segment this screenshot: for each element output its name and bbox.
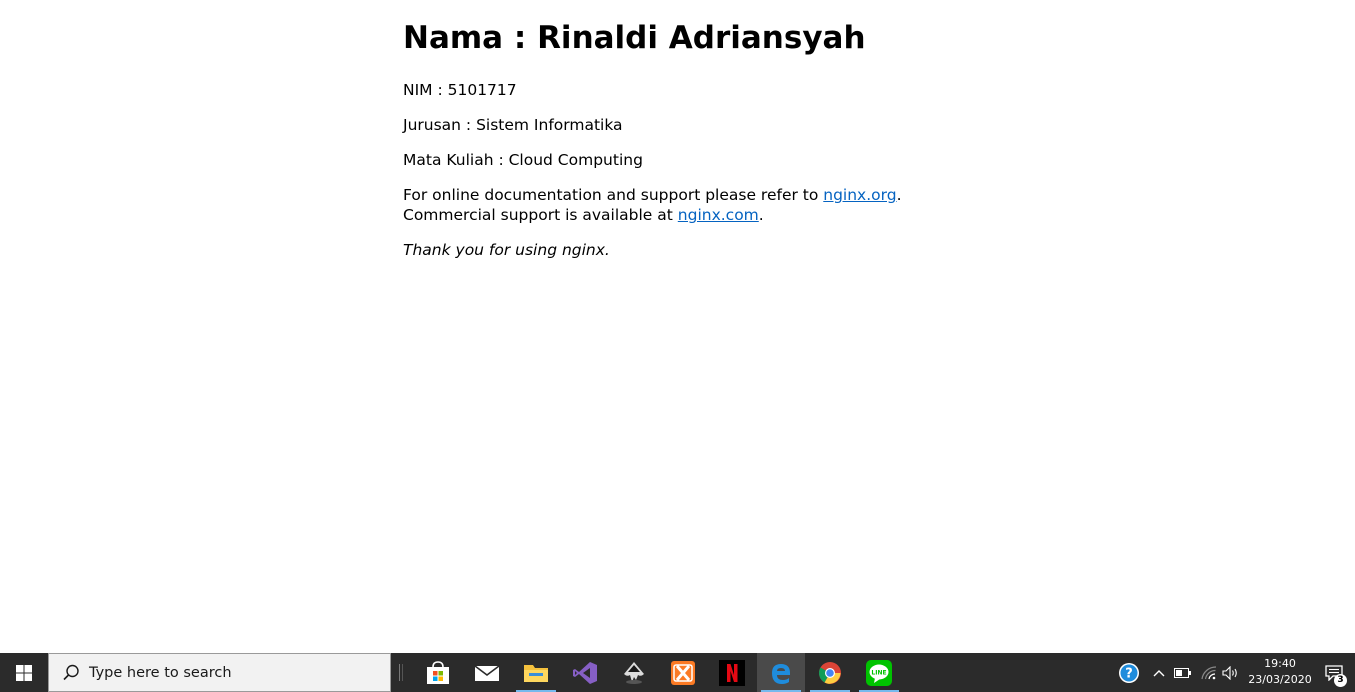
nim-text: NIM : 5101717 (403, 81, 517, 99)
search-icon (63, 664, 79, 680)
nginx-org-link[interactable]: nginx.org (823, 186, 896, 204)
file-explorer-icon (524, 664, 548, 682)
search-placeholder: Type here to search (89, 664, 232, 681)
chevron-up-icon (1153, 669, 1165, 676)
taskbar-app-line[interactable]: LINE (855, 653, 903, 692)
help-tray-button[interactable]: ? (1116, 653, 1142, 692)
taskbar-app-chrome[interactable] (806, 653, 854, 692)
search-input[interactable]: Type here to search (48, 653, 391, 692)
taskbar-app-edge[interactable] (757, 653, 805, 692)
speaker-icon (1222, 665, 1237, 680)
documentation-text: For online documentation and support ple… (403, 186, 824, 204)
svg-text:?: ? (1125, 666, 1133, 681)
taskbar-app-visual-studio[interactable] (561, 653, 609, 692)
network-tray-button[interactable] (1198, 653, 1220, 692)
battery-tray-button[interactable] (1172, 653, 1194, 692)
xampp-icon (671, 660, 695, 685)
netflix-icon (719, 659, 745, 686)
visual-studio-icon (573, 661, 597, 684)
store-icon (427, 660, 449, 684)
windows-icon (16, 664, 32, 681)
mata-kuliah-text: Mata Kuliah : Cloud Computing (403, 151, 643, 169)
taskbar: Type here to search LINE ? 19:40 23/03/2… (0, 653, 1355, 692)
action-center-button[interactable] (1320, 653, 1348, 692)
task-view-divider (399, 664, 403, 681)
edge-icon (772, 663, 790, 684)
clock-time: 19:40 (1264, 657, 1296, 670)
inkscape-icon (624, 661, 644, 684)
start-button[interactable] (0, 653, 48, 692)
page-title: Nama : Rinaldi Adriansyah (403, 20, 866, 56)
clock-date: 23/03/2020 (1248, 673, 1312, 686)
documentation-period: . (896, 186, 902, 204)
thanks-text: Thank you for using nginx. (403, 241, 610, 259)
taskbar-app-file-explorer[interactable] (512, 653, 560, 692)
taskbar-app-mail[interactable] (463, 653, 511, 692)
browser-page: Nama : Rinaldi Adriansyah NIM : 5101717 … (0, 0, 1355, 653)
svg-text:LINE: LINE (871, 669, 886, 676)
system-clock[interactable]: 19:40 23/03/2020 (1242, 656, 1318, 688)
taskbar-app-inkscape[interactable] (610, 653, 658, 692)
taskbar-app-store[interactable] (414, 653, 462, 692)
commercial-support-period: . (758, 206, 764, 224)
taskbar-app-xampp[interactable] (659, 653, 707, 692)
volume-tray-button[interactable] (1220, 653, 1242, 692)
wifi-icon (1201, 665, 1217, 679)
show-hidden-icons-button[interactable] (1149, 653, 1169, 692)
notification-count-badge: 3 (1334, 674, 1347, 687)
help-icon: ? (1119, 662, 1139, 683)
commercial-support-line: Commercial support is available at nginx… (403, 205, 764, 225)
jurusan-text: Jurusan : Sistem Informatika (403, 116, 623, 134)
line-icon: LINE (866, 659, 892, 686)
battery-icon (1174, 667, 1191, 678)
nginx-com-link[interactable]: nginx.com (678, 206, 759, 224)
taskbar-app-netflix[interactable] (708, 653, 756, 692)
documentation-line: For online documentation and support ple… (403, 185, 902, 205)
mail-icon (474, 664, 500, 681)
commercial-support-text: Commercial support is available at (403, 206, 678, 224)
chrome-icon (819, 661, 841, 684)
